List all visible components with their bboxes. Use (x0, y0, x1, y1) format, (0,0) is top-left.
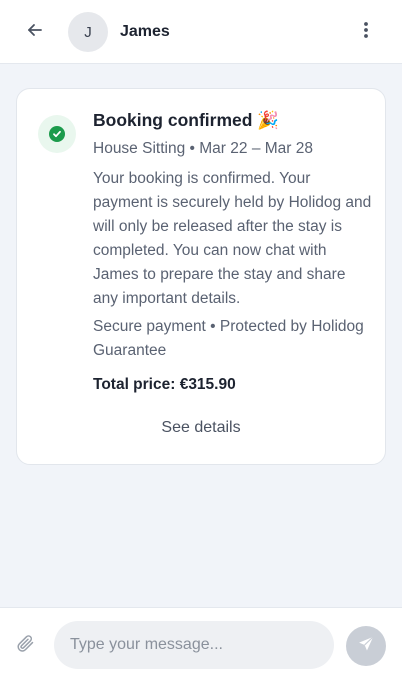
status-badge (38, 115, 76, 153)
chat-screen: J James Booking confirmed 🎉 House Sittin… (0, 0, 402, 680)
booking-confirmation-card: Booking confirmed 🎉 House Sitting • Mar … (16, 88, 386, 465)
avatar[interactable]: J (68, 12, 108, 52)
paperclip-icon (15, 633, 35, 658)
message-composer (0, 607, 402, 680)
confirmation-message: Your booking is confirmed. Your payment … (93, 170, 372, 307)
contact-name[interactable]: James (120, 22, 170, 42)
total-price: Total price: €315.90 (93, 376, 236, 393)
secure-payment-note: Secure payment • Protected by Holidog Gu… (93, 318, 364, 359)
arrow-left-icon (26, 21, 44, 44)
booking-dates: Mar 22 – Mar 28 (199, 140, 313, 157)
back-button[interactable] (22, 19, 48, 45)
service-type: House Sitting (93, 140, 186, 157)
see-details-button[interactable]: See details (17, 417, 385, 439)
message-input[interactable] (54, 621, 334, 669)
card-content: Booking confirmed 🎉 House Sitting • Mar … (93, 109, 373, 396)
booking-title: Booking confirmed 🎉 (93, 110, 280, 130)
more-options-button[interactable] (354, 20, 378, 44)
booking-summary: House Sitting • Mar 22 – Mar 28 (93, 139, 373, 159)
chat-header: J James (0, 0, 402, 64)
separator-dot: • (189, 140, 195, 157)
send-icon (357, 635, 375, 658)
avatar-initial: J (84, 23, 92, 41)
send-button[interactable] (346, 626, 386, 666)
check-circle-icon (49, 126, 65, 142)
attach-button[interactable] (14, 634, 36, 656)
more-vertical-icon (363, 21, 369, 44)
